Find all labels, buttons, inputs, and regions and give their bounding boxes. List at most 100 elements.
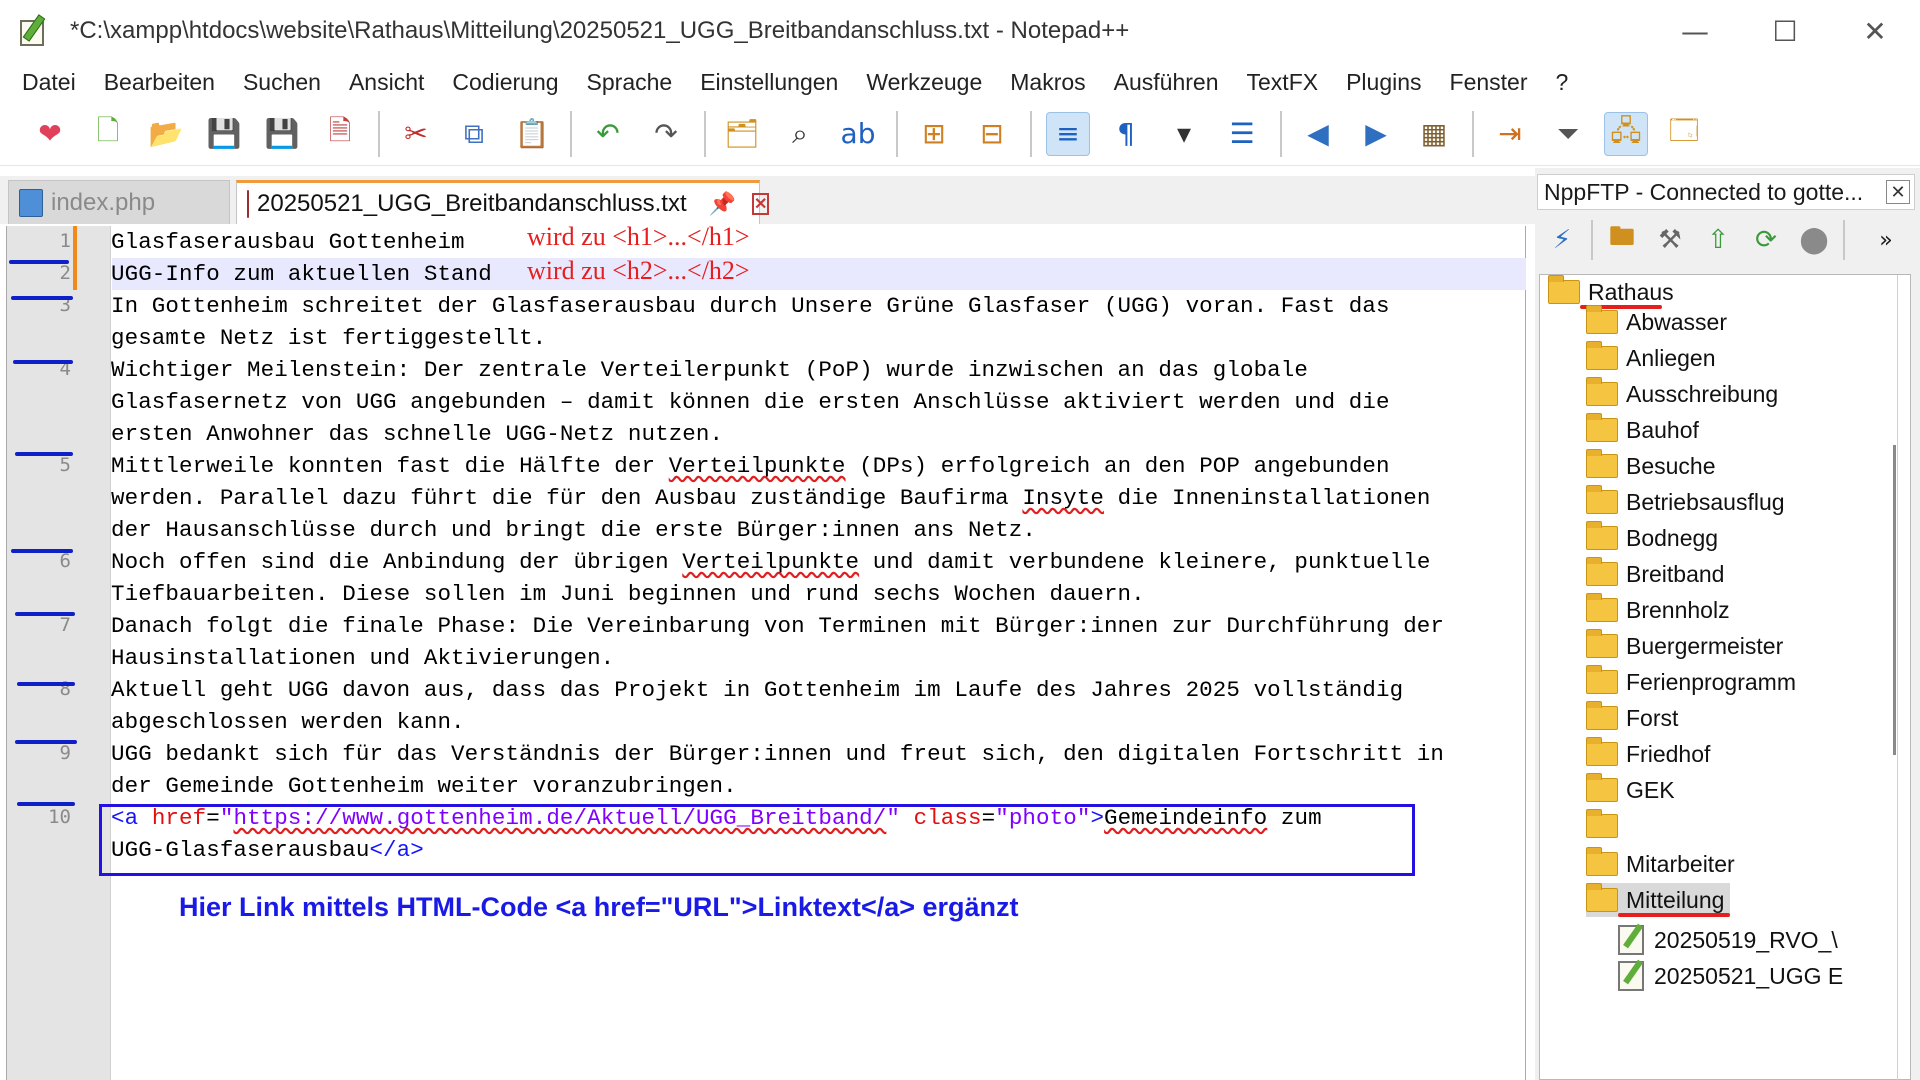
ftp-tools-icon[interactable]: ⚒ [1651,221,1689,259]
tree-item-label: Rathaus [1588,278,1674,305]
binoculars-icon[interactable]: ⌕ [778,112,822,156]
replace-icon[interactable]: ab [836,112,880,156]
tree-scrollbar[interactable] [1893,445,1896,755]
tree-item-label: Ausschreibung [1626,380,1779,407]
cut-icon[interactable]: ✂ [394,112,438,156]
filter-icon[interactable]: ⏷ [1546,112,1590,156]
tree-item-label: Anliegen [1626,344,1716,371]
tree-folder-breitband[interactable]: Breitband [1586,557,1724,591]
arrow-left-icon[interactable]: ◀ [1296,112,1340,156]
ftp-folder-icon[interactable]: 🖿 [1603,221,1641,259]
menu-bearbeiten[interactable]: Bearbeiten [90,69,229,96]
menu-datei[interactable]: Datei [8,69,90,96]
close-file-icon[interactable]: 🗎 [318,112,362,156]
tree-folder-bauhof[interactable]: Bauhof [1586,413,1699,447]
new-file-icon[interactable]: 🗋 [86,112,130,156]
menu-plugins[interactable]: Plugins [1332,69,1435,96]
folder-icon [1586,701,1618,730]
tree-folder-abwasser[interactable]: Abwasser [1586,305,1727,339]
word-wrap-icon[interactable]: ≡ [1046,111,1090,156]
code-text: Noch offen sind die Anbindung der übrige… [111,549,683,575]
indent-guide-icon[interactable]: ☰ [1220,112,1264,156]
tab-breitbandanschluss-txt[interactable]: 20250521_UGG_Breitbandanschluss.txt 📌 ✕ [236,180,770,224]
run-icon[interactable]: ⇥ [1488,112,1532,156]
tree-folder-mitarbeiter[interactable]: Mitarbeiter [1586,847,1735,881]
folder-icon [1586,449,1618,478]
menu-einstellungen[interactable]: Einstellungen [686,69,852,96]
paragraph-mark [15,612,75,616]
folder-icon [1586,847,1618,876]
nppftp-panel: NppFTP - Connected to gotte... ✕ ⚡ 🖿 ⚒ ⇧ ⟳ ⬤ »… [1535,168,1920,1080]
tree-folder-forst[interactable]: Forst [1586,701,1678,735]
line-number: 5 [59,454,71,476]
pin-icon[interactable]: 📌 [709,191,736,217]
connect-icon[interactable]: ⚡ [1543,221,1581,259]
tree-folder-bodnegg[interactable]: Bodnegg [1586,521,1718,555]
ftp-settings-icon[interactable]: 🗔 [1662,112,1706,156]
refresh-icon[interactable]: ⟳ [1747,221,1785,259]
abort-icon[interactable]: ⬤ [1795,221,1833,259]
ftp-close-icon[interactable]: ✕ [1886,180,1910,204]
minimize-button[interactable]: — [1650,0,1740,62]
menu-ansicht[interactable]: Ansicht [335,69,438,96]
menu-sprache[interactable]: Sprache [573,69,687,96]
save-icon[interactable]: 💾 [202,112,246,156]
tree-folder-besuche[interactable]: Besuche [1586,449,1716,483]
tree-item-label: Brennholz [1626,596,1730,623]
menu-makros[interactable]: Makros [996,69,1099,96]
heart-icon[interactable]: ❤ [28,112,72,156]
unsaved-file-icon [247,189,249,218]
save-all-icon[interactable]: 💾 [260,112,304,156]
upload-icon[interactable]: ⇧ [1699,221,1737,259]
undo-icon[interactable]: ↶ [586,112,630,156]
menu-fenster[interactable]: Fenster [1436,69,1542,96]
menu-help[interactable]: ? [1542,69,1583,96]
ftp-toolbar-more-icon[interactable]: » [1867,221,1905,259]
zoom-in-icon[interactable]: ⊞ [912,112,956,156]
tree-item-label: Mitarbeiter [1626,850,1735,877]
show-all-chars-icon[interactable]: ¶ [1104,112,1148,156]
text-editor[interactable]: 1 2 3 4 5 6 7 8 9 10 Glasfaserausbau Gottenheim U… [6,222,1526,1080]
zoom-out-icon[interactable]: ⊟ [970,112,1014,156]
tab-index-php[interactable]: index.php [8,180,230,224]
tree-file-1[interactable]: 20250519_RVO_\ [1618,923,1838,957]
paragraph-mark [15,452,73,456]
tree-item-label: 20250519_RVO_\ [1654,926,1838,953]
ftp-panel-icon[interactable]: 🖧 [1604,111,1648,156]
find-icon[interactable]: 🗂 [720,112,764,156]
dropdown-arrow-icon[interactable]: ▾ [1162,112,1206,156]
arrow-right-icon[interactable]: ▶ [1354,112,1398,156]
tree-folder-ausschreibung[interactable]: Ausschreibung [1586,377,1778,411]
tree-folder-betriebsausflug[interactable]: Betriebsausflug [1586,485,1785,519]
tree-folder-ferienprogramm[interactable]: Ferienprogramm [1586,665,1796,699]
tree-file-2[interactable]: 20250521_UGG E [1618,959,1843,993]
code-text: und damit verbundene kleinere, punktuell… [859,549,1431,575]
folder-icon [1586,737,1618,766]
menu-werkzeuge[interactable]: Werkzeuge [852,69,996,96]
tree-folder-root[interactable]: Rathaus [1548,275,1674,309]
paragraph-mark [11,296,73,300]
code-line-4a: Wichtiger Meilenstein: Der zentrale Vert… [111,357,1308,383]
tree-folder-brennholz[interactable]: Brennholz [1586,593,1730,627]
menu-suchen[interactable]: Suchen [229,69,335,96]
tree-folder-mitteilung[interactable]: Mitteilung [1586,883,1731,917]
tree-folder-buergermeister[interactable]: Buergermeister [1586,629,1783,663]
menu-ausführen[interactable]: Ausführen [1100,69,1233,96]
tree-item-label: 20250521_UGG E [1654,962,1844,989]
paste-icon[interactable]: 📋 [510,112,554,156]
menu-textfx[interactable]: TextFX [1233,69,1333,96]
tree-folder-unnamed[interactable] [1586,809,1626,843]
maximize-button[interactable]: ☐ [1740,0,1830,62]
tree-folder-gek[interactable]: GEK [1586,773,1675,807]
spellcheck-word: Verteilpunkte [682,549,860,575]
redo-icon[interactable]: ↷ [644,112,688,156]
text-file-icon [1618,925,1644,955]
close-tab-icon[interactable]: ✕ [752,192,770,215]
close-window-button[interactable]: ✕ [1830,0,1920,62]
macro-icon[interactable]: ▦ [1412,112,1456,156]
copy-icon[interactable]: ⧉ [452,112,496,156]
tree-folder-anliegen[interactable]: Anliegen [1586,341,1716,375]
menu-codierung[interactable]: Codierung [438,69,572,96]
tree-folder-friedhof[interactable]: Friedhof [1586,737,1710,771]
open-file-icon[interactable]: 📂 [144,112,188,156]
